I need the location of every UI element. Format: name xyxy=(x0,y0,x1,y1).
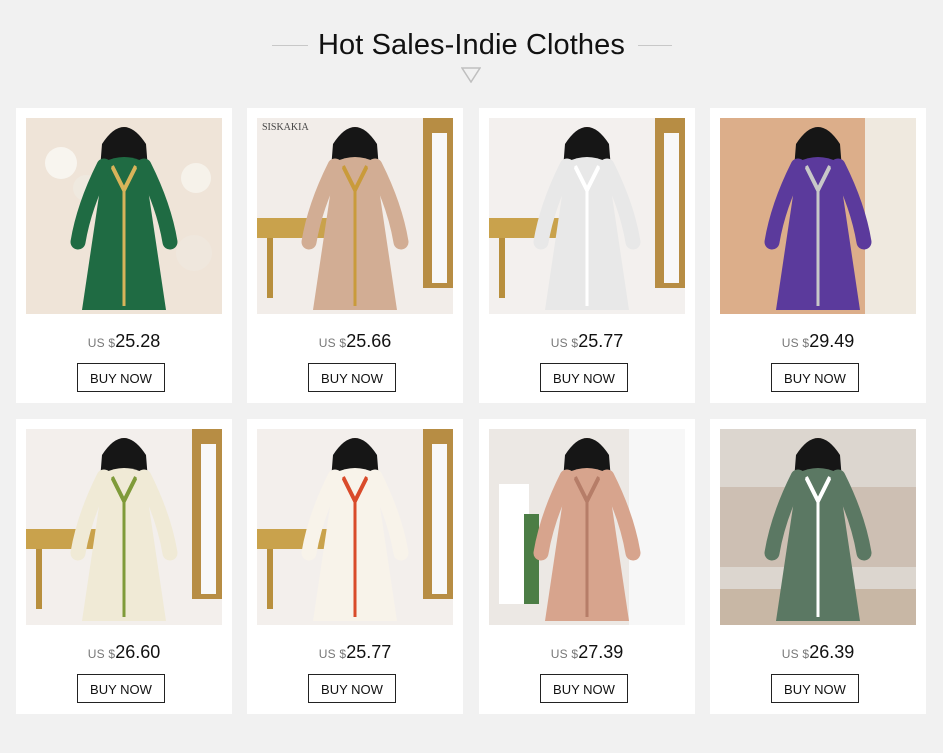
price-currency: US $ xyxy=(781,336,810,350)
product-image[interactable]: SISKAKIA xyxy=(257,118,453,314)
product-image[interactable] xyxy=(720,429,916,625)
product-price: US $26.60 xyxy=(16,641,232,665)
title-divider-right xyxy=(638,45,672,46)
price-currency: US $ xyxy=(87,336,116,350)
product-image[interactable] xyxy=(257,429,453,625)
price-value: 27.39 xyxy=(578,642,624,662)
price-value: 25.77 xyxy=(346,642,392,662)
price-value: 26.39 xyxy=(809,642,855,662)
price-value: 29.49 xyxy=(809,331,855,351)
buy-now-button[interactable]: BUY NOW xyxy=(771,363,859,392)
product-price: US $25.66 xyxy=(247,330,463,354)
product-card[interactable]: US $26.39 BUY NOW xyxy=(710,419,926,714)
product-card[interactable]: US $29.49 BUY NOW xyxy=(710,108,926,403)
price-currency: US $ xyxy=(87,647,116,661)
product-price: US $27.39 xyxy=(479,641,695,665)
price-currency: US $ xyxy=(318,647,347,661)
product-price: US $29.49 xyxy=(710,330,926,354)
product-card[interactable]: US $27.39 BUY NOW xyxy=(479,419,695,714)
price-currency: US $ xyxy=(318,336,347,350)
buy-now-button[interactable]: BUY NOW xyxy=(308,674,396,703)
buy-now-button[interactable]: BUY NOW xyxy=(308,363,396,392)
price-currency: US $ xyxy=(550,336,579,350)
chevron-down-icon xyxy=(461,67,481,83)
product-price: US $25.28 xyxy=(16,330,232,354)
section-header: Hot Sales-Indie Clothes xyxy=(0,0,943,100)
buy-now-button[interactable]: BUY NOW xyxy=(771,674,859,703)
price-currency: US $ xyxy=(781,647,810,661)
product-price: US $25.77 xyxy=(479,330,695,354)
product-image[interactable] xyxy=(489,429,685,625)
buy-now-button[interactable]: BUY NOW xyxy=(77,363,165,392)
product-card[interactable]: US $25.77 BUY NOW xyxy=(247,419,463,714)
product-image[interactable] xyxy=(720,118,916,314)
product-image[interactable] xyxy=(26,429,222,625)
buy-now-button[interactable]: BUY NOW xyxy=(540,363,628,392)
product-card[interactable]: US $25.77 BUY NOW xyxy=(479,108,695,403)
price-value: 26.60 xyxy=(115,642,161,662)
product-image[interactable] xyxy=(489,118,685,314)
price-value: 25.66 xyxy=(346,331,392,351)
product-price: US $26.39 xyxy=(710,641,926,665)
product-price: US $25.77 xyxy=(247,641,463,665)
product-card[interactable]: US $25.28 BUY NOW xyxy=(16,108,232,403)
product-card[interactable]: SISKAKIA US $25.66 BUY NOW xyxy=(247,108,463,403)
product-image[interactable] xyxy=(26,118,222,314)
svg-text:SISKAKIA: SISKAKIA xyxy=(262,122,309,133)
section-title: Hot Sales-Indie Clothes xyxy=(318,29,625,61)
price-currency: US $ xyxy=(550,647,579,661)
buy-now-button[interactable]: BUY NOW xyxy=(540,674,628,703)
price-value: 25.28 xyxy=(115,331,161,351)
product-card[interactable]: US $26.60 BUY NOW xyxy=(16,419,232,714)
buy-now-button[interactable]: BUY NOW xyxy=(77,674,165,703)
price-value: 25.77 xyxy=(578,331,624,351)
